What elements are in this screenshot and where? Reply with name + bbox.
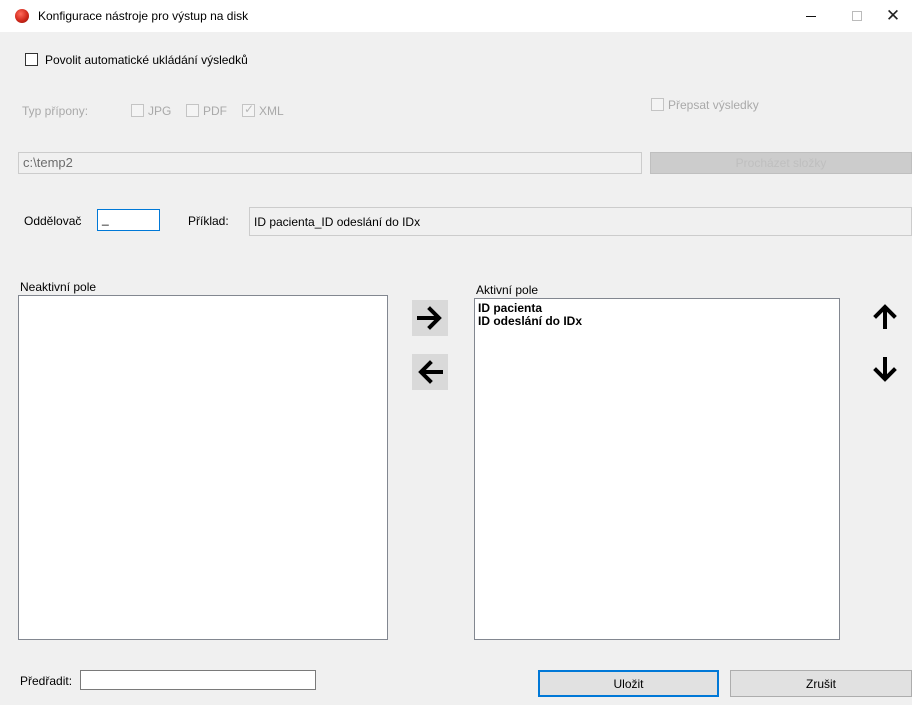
xml-label: XML [259, 104, 284, 118]
maximize-icon [852, 11, 862, 21]
arrow-left-icon [418, 360, 443, 384]
overwrite-label: Přepsat výsledky [668, 98, 759, 112]
move-down-button[interactable] [867, 352, 903, 388]
example-field: ID pacienta_ID odeslání do IDx [249, 207, 912, 236]
arrow-up-icon [873, 304, 897, 329]
autosave-label: Povolit automatické ukládání výsledků [45, 53, 248, 67]
move-right-button[interactable] [412, 300, 448, 336]
separator-input[interactable]: _ [97, 209, 160, 231]
list-item[interactable]: ID odeslání do IDx [475, 315, 839, 328]
inactive-fields-list[interactable] [18, 295, 388, 640]
checkmark-icon: ✓ [244, 102, 255, 116]
pdf-label: PDF [203, 104, 227, 118]
jpg-checkbox[interactable] [131, 104, 144, 117]
example-label: Příklad: [188, 214, 229, 228]
config-window: Konfigurace nástroje pro výstup na disk … [0, 0, 912, 705]
jpg-label: JPG [148, 104, 172, 118]
active-fields-label: Aktivní pole [476, 283, 539, 297]
xml-checkbox[interactable]: ✓ [242, 102, 255, 117]
arrow-right-icon [417, 306, 442, 330]
prefix-input[interactable] [80, 670, 316, 690]
browse-folder-button[interactable]: Procházet složky [650, 152, 912, 174]
move-up-button[interactable] [867, 298, 903, 334]
save-button[interactable]: Uložit [538, 670, 719, 697]
cancel-button[interactable]: Zrušit [730, 670, 912, 697]
app-icon [15, 9, 29, 23]
extension-type-label: Typ přípony: [22, 104, 89, 118]
active-fields-list[interactable]: ID pacienta ID odeslání do IDx [474, 298, 840, 640]
close-icon: ✕ [885, 6, 901, 26]
prefix-label: Předřadit: [20, 674, 73, 688]
output-path-field[interactable]: c:\temp2 [18, 152, 642, 174]
minimize-button[interactable] [788, 0, 834, 32]
minimize-icon [806, 15, 816, 17]
inactive-fields-label: Neaktivní pole [20, 280, 97, 294]
autosave-checkbox[interactable] [25, 53, 38, 66]
window-title: Konfigurace nástroje pro výstup na disk [38, 9, 249, 23]
overwrite-checkbox[interactable] [651, 98, 664, 111]
separator-label: Oddělovač [24, 214, 82, 228]
close-button[interactable]: ✕ [870, 0, 912, 32]
move-left-button[interactable] [412, 354, 448, 390]
title-bar: Konfigurace nástroje pro výstup na disk … [0, 0, 912, 32]
pdf-checkbox[interactable] [186, 104, 199, 117]
arrow-down-icon [873, 357, 897, 382]
